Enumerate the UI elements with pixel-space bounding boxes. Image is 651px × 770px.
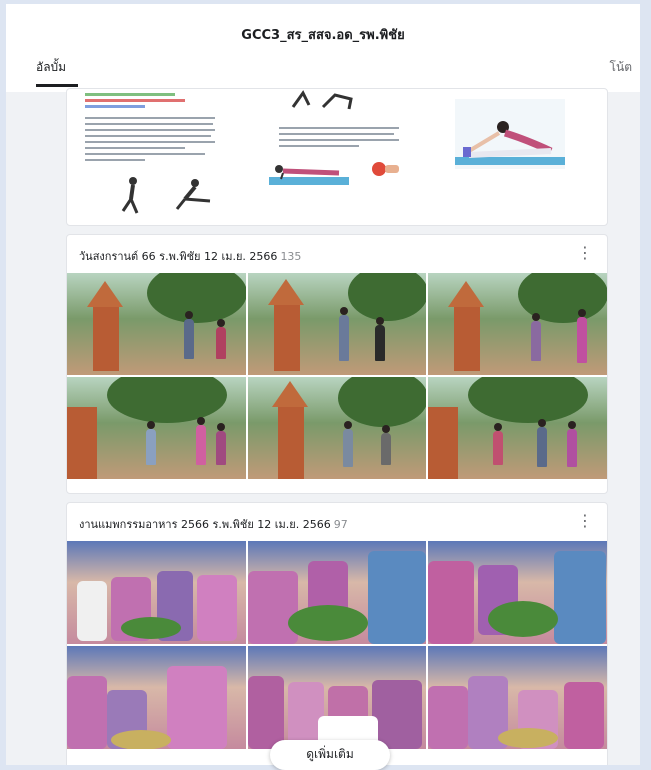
exercise-figure-image [269,162,399,185]
photo-thumbnail[interactable] [67,541,246,644]
photo-thumbnail[interactable] [67,377,246,479]
album-header: งานแมพกรรมอาหาร 2566 ร.พ.พิชัย 12 เม.ย. … [67,503,607,541]
album-card-documents[interactable] [66,88,608,226]
photo-thumbnail[interactable] [428,541,607,644]
tab-notes[interactable]: โน้ต [610,58,632,77]
photo-thumbnail[interactable] [247,273,427,375]
tab-albums[interactable]: อัลบั้ม [36,58,66,77]
more-options-icon[interactable]: ⋮ [577,243,593,262]
photo-grid [67,273,607,479]
photo-thumbnail[interactable] [67,646,246,749]
document-thumbnail[interactable] [75,89,225,225]
exercise-figure-image [455,99,565,169]
photo-count: 135 [280,250,302,263]
photo-thumbnail[interactable] [247,541,427,644]
see-more-button[interactable]: ดูเพิ่มเติม [270,740,390,770]
photo-count: 97 [333,518,348,531]
album-title[interactable]: งานแมพกรรมอาหาร 2566 ร.พ.พิชัย 12 เม.ย. … [79,515,348,533]
document-thumbnail[interactable] [259,89,409,225]
header: GCC3_สร_สสจ.อด_รพ.พิชัย อัลบั้ม โน้ต [6,4,640,92]
photo-thumbnail[interactable] [67,273,246,375]
exercise-figure-image [291,90,353,110]
photo-thumbnail[interactable] [247,377,427,479]
album-card[interactable]: งานแมพกรรมอาหาร 2566 ร.พ.พิชัย 12 เม.ย. … [66,502,608,765]
album-list[interactable]: วันสงกรานต์ 66 ร.พ.พิชัย 12 เม.ย. 2566 13… [6,88,640,765]
active-tab-indicator [36,84,78,87]
more-options-icon[interactable]: ⋮ [577,511,593,530]
page-title: GCC3_สร_สสจ.อด_รพ.พิชัย [241,28,405,43]
album-title[interactable]: วันสงกรานต์ 66 ร.พ.พิชัย 12 เม.ย. 2566 13… [79,247,301,265]
album-header: วันสงกรานต์ 66 ร.พ.พิชัย 12 เม.ย. 2566 13… [67,235,607,273]
document-thumbnail[interactable] [455,89,575,225]
photo-thumbnail[interactable] [247,646,427,749]
group-albums-panel: GCC3_สร_สสจ.อด_รพ.พิชัย อัลบั้ม โน้ต วัน… [6,4,640,765]
photo-thumbnail[interactable] [428,377,607,479]
album-card[interactable]: วันสงกรานต์ 66 ร.พ.พิชัย 12 เม.ย. 2566 13… [66,234,608,494]
photo-thumbnail[interactable] [428,273,607,375]
photo-grid [67,541,607,749]
exercise-figure-image [121,177,211,214]
photo-thumbnail[interactable] [428,646,607,749]
